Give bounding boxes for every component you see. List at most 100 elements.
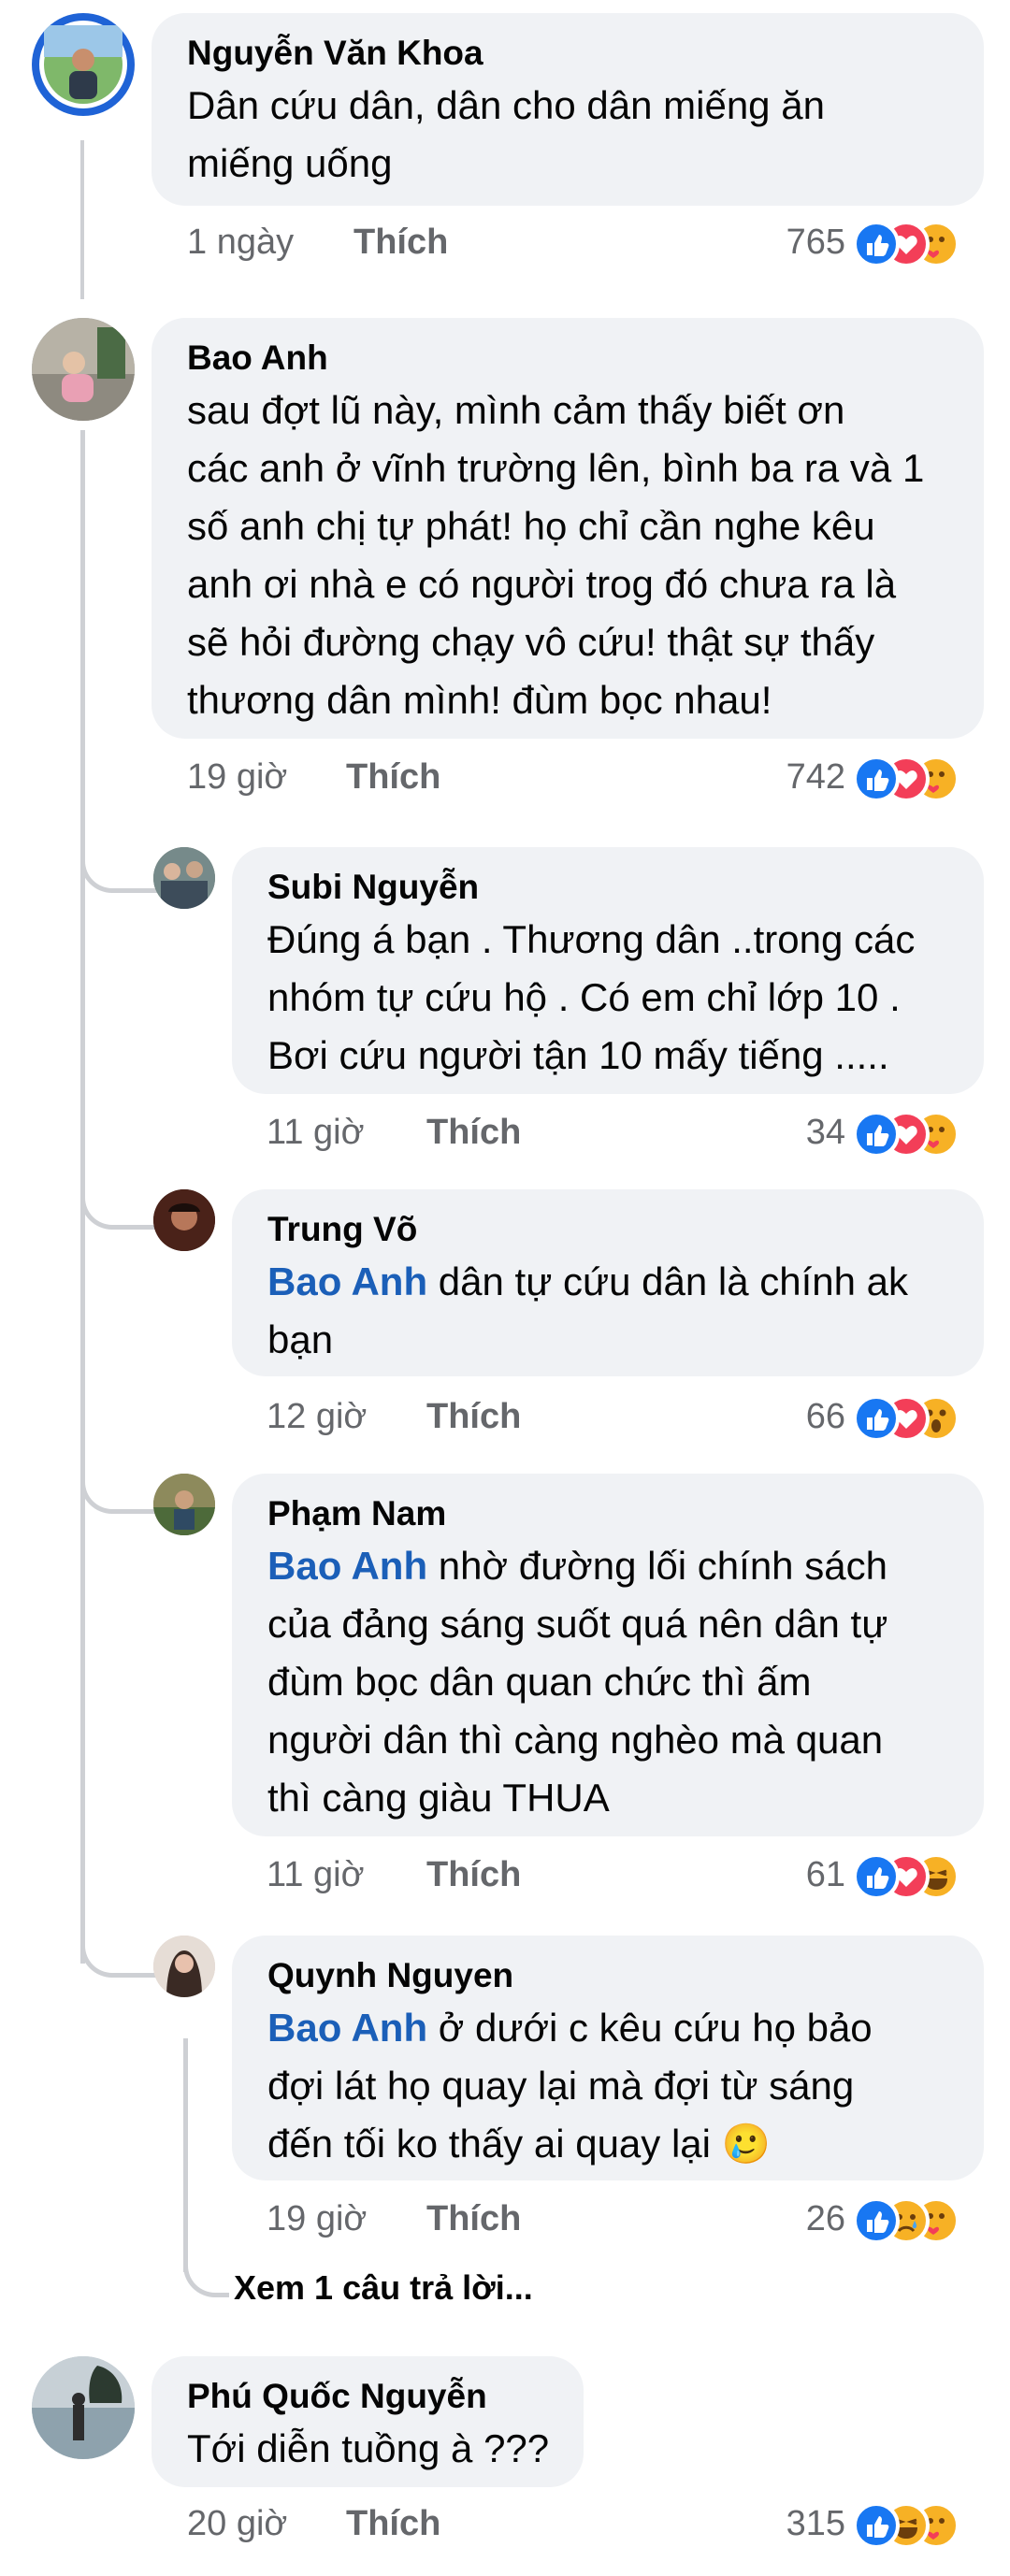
reply-line: đợi lát họ quay lại mà đợi từ sáng [267, 2064, 855, 2108]
mention-link[interactable]: Bao Anh [267, 2006, 427, 2050]
reaction-summary[interactable] [853, 1853, 965, 1900]
like-button[interactable]: Thích [426, 2199, 521, 2239]
comment-line: thương dân mình! đùm bọc nhau! [187, 678, 772, 722]
comment-text: Dân cứu dân, dân cho dân miếng ăn miếng … [187, 77, 963, 193]
avatar[interactable] [32, 318, 135, 421]
avatar-photo-icon [153, 847, 215, 909]
like-icon [853, 2502, 900, 2549]
comment-text: Tới diễn tuồng à ??? [187, 2420, 580, 2478]
reply-bubble[interactable]: Quynh Nguyen Bao Anh ở dưới c kêu cứu họ… [232, 1936, 984, 2180]
avatar-photo-icon [39, 21, 127, 108]
mention-link[interactable]: Bao Anh [267, 1544, 427, 1588]
reply-bubble[interactable]: Subi Nguyễn Đúng á bạn . Thương dân ..tr… [232, 847, 984, 1094]
avatar-photo-icon [153, 1189, 215, 1251]
reply-line: bạn [267, 1317, 334, 1361]
comment-author[interactable]: Phú Quốc Nguyễn [187, 2377, 487, 2416]
reply-line-text: dân tự cứu dân là chính ak [427, 1259, 908, 1303]
avatar[interactable] [153, 847, 215, 909]
reply-line: Bơi cứu người tận 10 mấy tiếng ..... [267, 1033, 889, 1077]
reply-author[interactable]: Subi Nguyễn [267, 868, 479, 907]
comment-bubble[interactable]: Bao Anh sau đợt lũ này, mình cảm thấy bi… [152, 318, 984, 739]
comment-time[interactable]: 20 giờ [187, 2504, 287, 2544]
reaction-summary[interactable] [853, 221, 965, 267]
reaction-count[interactable]: 61 [733, 1855, 845, 1895]
reply-author[interactable]: Phạm Nam [267, 1494, 446, 1533]
reply-line: đến tối ko thấy ai quay lại 🥲 [267, 2122, 771, 2166]
reply-time[interactable]: 11 giờ [267, 1113, 365, 1153]
reply-author[interactable]: Trung Võ [267, 1210, 417, 1249]
avatar[interactable] [32, 13, 135, 116]
comment-line: miếng uống [187, 141, 393, 185]
reaction-summary[interactable] [853, 2502, 965, 2549]
avatar-photo-icon [32, 318, 135, 421]
reply-author[interactable]: Quynh Nguyen [267, 1956, 513, 1995]
avatar[interactable] [153, 1474, 215, 1535]
like-icon [853, 1111, 900, 1158]
like-icon [853, 2197, 900, 2244]
reply-line: thì càng giàu THUA [267, 1776, 610, 1820]
avatar-photo-icon [153, 1936, 215, 1997]
reply-line: Đúng á bạn . Thương dân ..trong các [267, 917, 916, 961]
reply-line: đùm bọc dân quan chức thì ấm [267, 1660, 812, 1704]
comment-time[interactable]: 19 giờ [187, 757, 287, 798]
like-button[interactable]: Thích [354, 223, 448, 263]
reply-time[interactable]: 11 giờ [267, 1855, 365, 1895]
comment-line: sau đợt lũ này, mình cảm thấy biết ơn [187, 388, 845, 432]
mention-link[interactable]: Bao Anh [267, 1259, 427, 1303]
like-button[interactable]: Thích [426, 1397, 521, 1437]
like-icon [853, 756, 900, 802]
reaction-summary[interactable] [853, 2197, 965, 2244]
reaction-count[interactable]: 765 [733, 223, 845, 263]
reply-line-text: ở dưới c kêu cứu họ bảo [427, 2006, 873, 2050]
reply-bubble[interactable]: Phạm Nam Bao Anh nhờ đường lối chính sác… [232, 1474, 984, 1836]
comment-line: các anh ở vĩnh trường lên, bình ba ra và… [187, 446, 925, 490]
reaction-summary[interactable] [853, 1395, 965, 1442]
like-button[interactable]: Thích [426, 1855, 521, 1895]
comment-line: sẽ hỏi đường chạy vô cứu! thật sự thấy [187, 620, 875, 664]
reaction-summary[interactable] [853, 1111, 965, 1158]
reply-line: người dân thì càng nghèo mà quan [267, 1718, 884, 1762]
avatar[interactable] [32, 2356, 135, 2459]
comment-author[interactable]: Bao Anh [187, 338, 328, 378]
reaction-count[interactable]: 742 [733, 757, 845, 798]
avatar-photo-icon [153, 1474, 215, 1535]
avatar[interactable] [153, 1936, 215, 1997]
reply-connector [183, 2235, 229, 2297]
reaction-count[interactable]: 66 [733, 1397, 845, 1437]
like-button[interactable]: Thích [346, 2504, 440, 2544]
reaction-summary[interactable] [853, 756, 965, 802]
comment-line: số anh chị tự phát! họ chỉ cần nghe kêu [187, 504, 875, 548]
avatar-photo-icon [32, 2356, 135, 2459]
reply-time[interactable]: 19 giờ [267, 2199, 367, 2239]
reaction-count[interactable]: 26 [733, 2199, 845, 2239]
reply-text: Bao Anh dân tự cứu dân là chính ak bạn [267, 1253, 969, 1369]
reply-line: Bao Anh ở dưới c kêu cứu họ bảo [267, 1999, 969, 2057]
like-icon [853, 221, 900, 267]
like-button[interactable]: Thích [346, 757, 440, 798]
reply-time[interactable]: 12 giờ [267, 1397, 367, 1437]
reply-line: của đảng sáng suốt quá nên dân tự [267, 1602, 888, 1646]
like-icon [853, 1853, 900, 1900]
reply-line-text: nhờ đường lối chính sách [427, 1544, 887, 1588]
reply-text: Đúng á bạn . Thương dân ..trong các nhóm… [267, 911, 969, 1085]
reply-line: Bao Anh dân tự cứu dân là chính ak [267, 1253, 969, 1311]
reply-text: Bao Anh nhờ đường lối chính sách của đản… [267, 1537, 969, 1827]
comment-line: anh ơi nhà e có người trog đó chưa ra là [187, 562, 897, 606]
avatar[interactable] [153, 1189, 215, 1251]
reply-bubble[interactable]: Trung Võ Bao Anh dân tự cứu dân là chính… [232, 1189, 984, 1376]
reply-line: nhóm tự cứu hộ . Có em chỉ lớp 10 . [267, 975, 901, 1019]
comment-time[interactable]: 1 ngày [187, 223, 294, 263]
reaction-count[interactable]: 34 [733, 1113, 845, 1153]
reaction-count[interactable]: 315 [733, 2504, 845, 2544]
thread-line [80, 140, 84, 299]
comment-text: sau đợt lũ này, mình cảm thấy biết ơn cá… [187, 381, 963, 729]
comment-bubble[interactable]: Phú Quốc Nguyễn Tới diễn tuồng à ??? [152, 2356, 584, 2487]
like-icon [853, 1395, 900, 1442]
comment-author[interactable]: Nguyễn Văn Khoa [187, 34, 483, 73]
view-more-replies-link[interactable]: Xem 1 câu trả lời... [234, 2268, 533, 2308]
comment-bubble[interactable]: Nguyễn Văn Khoa Dân cứu dân, dân cho dân… [152, 13, 984, 206]
comment-line: Tới diễn tuồng à ??? [187, 2426, 550, 2470]
reply-text: Bao Anh ở dưới c kêu cứu họ bảo đợi lát … [267, 1999, 969, 2173]
reply-line: Bao Anh nhờ đường lối chính sách [267, 1537, 969, 1595]
like-button[interactable]: Thích [426, 1113, 521, 1153]
